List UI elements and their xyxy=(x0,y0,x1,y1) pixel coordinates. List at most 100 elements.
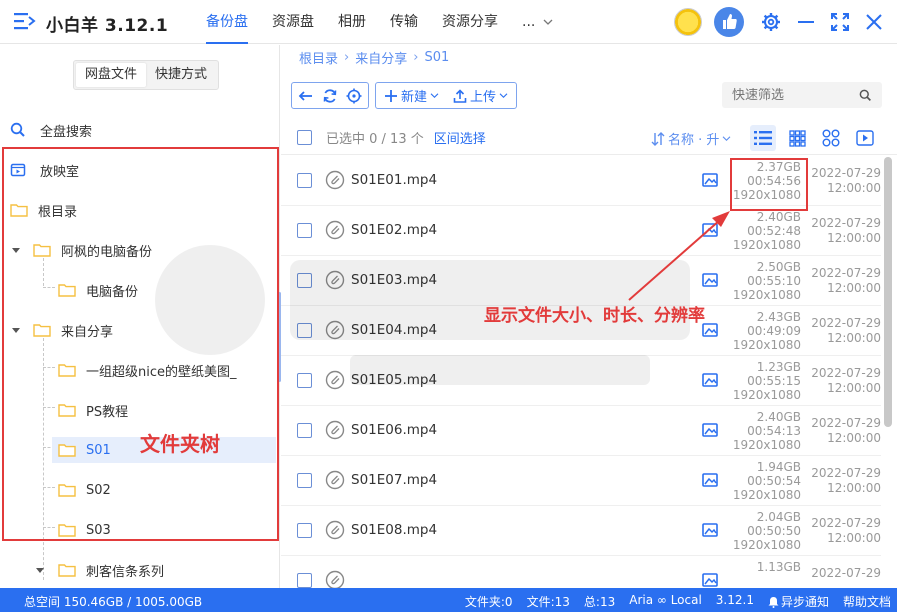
file-size: 1.13GB xyxy=(756,560,801,574)
folder-icon xyxy=(58,364,76,377)
play-view-button[interactable] xyxy=(852,125,878,151)
video-file-icon xyxy=(325,270,345,290)
file-checkbox[interactable] xyxy=(297,473,312,488)
refresh-icon[interactable] xyxy=(322,88,338,104)
tree-item-root[interactable]: 根目录 xyxy=(0,197,278,223)
tab-resource-drive[interactable]: 资源盘 xyxy=(272,0,314,44)
file-checkbox[interactable] xyxy=(297,223,312,238)
preview-image-icon[interactable] xyxy=(701,471,719,489)
tree-item-s01[interactable]: S01 xyxy=(0,437,278,463)
maximize-icon[interactable] xyxy=(829,11,851,33)
tree-item-pc-backup[interactable]: 电脑备份 xyxy=(0,277,278,303)
sidebar-item-screening-room[interactable]: 放映室 xyxy=(10,158,79,182)
tree-item-afeng-pc-backup[interactable]: 阿枫的电脑备份 xyxy=(0,237,278,263)
file-checkbox[interactable] xyxy=(297,173,312,188)
file-date-time: 12:00:00 xyxy=(827,281,881,295)
segment-shortcuts[interactable]: 快捷方式 xyxy=(146,63,216,87)
file-row[interactable]: S01E08.mp4 2.04GB 00:50:50 1920x1080 2022-… xyxy=(281,506,881,556)
file-size: 1.94GB xyxy=(756,460,801,474)
list-view-button[interactable] xyxy=(750,125,776,151)
status-bar: 总空间 150.46GB / 1005.00GB 文件夹:0 文件:13 总:1… xyxy=(0,588,897,612)
back-arrow-icon[interactable] xyxy=(298,88,314,104)
preview-image-icon[interactable] xyxy=(701,371,719,389)
file-checkbox[interactable] xyxy=(297,573,312,588)
thumbnail-view-button[interactable] xyxy=(818,125,844,151)
tree-item-s02[interactable]: S02 xyxy=(0,477,278,503)
folder-icon xyxy=(58,444,76,457)
close-icon[interactable] xyxy=(863,11,885,33)
file-duration: 00:49:09 xyxy=(747,324,801,338)
file-name: S01E07.mp4 xyxy=(351,472,438,488)
caret-down-icon[interactable] xyxy=(11,325,21,335)
tab-resource-share[interactable]: 资源分享 xyxy=(442,0,498,44)
tree-item-ps-tutorial[interactable]: PS教程 xyxy=(0,397,278,423)
nav-more-label: ... xyxy=(522,14,536,30)
tree-item-from-share[interactable]: 来自分享 xyxy=(0,317,278,343)
quick-filter-input[interactable] xyxy=(732,87,852,103)
gear-icon[interactable] xyxy=(760,11,782,33)
nav-more-button[interactable]: ... xyxy=(522,0,553,44)
thumbs-up-icon[interactable] xyxy=(714,7,744,37)
preview-image-icon[interactable] xyxy=(701,171,719,189)
sort-button[interactable]: 名称 · 升 xyxy=(651,129,731,148)
file-row[interactable]: S01E03.mp4 2.50GB 00:55:10 1920x1080 2022-… xyxy=(281,256,881,306)
tree-item-wallpapers[interactable]: 一组超级nice的壁纸美图_ xyxy=(0,357,278,383)
tree-item-s03[interactable]: S03 xyxy=(0,517,278,543)
search-icon[interactable] xyxy=(859,89,872,102)
breadcrumb-item-root[interactable]: 根目录 xyxy=(299,48,338,67)
file-row[interactable]: S01E02.mp4 2.40GB 00:52:48 1920x1080 2022-… xyxy=(281,206,881,256)
user-avatar[interactable] xyxy=(674,8,702,36)
video-file-icon xyxy=(325,320,345,340)
toolbar: 新建 上传 xyxy=(291,82,518,109)
sidebar-item-global-search[interactable]: 全盘搜索 xyxy=(10,118,92,142)
file-row[interactable]: S01E07.mp4 1.94GB 00:50:54 1920x1080 2022-… xyxy=(281,456,881,506)
sidebar-segment-switch: 网盘文件 快捷方式 xyxy=(73,60,220,90)
file-checkbox[interactable] xyxy=(297,273,312,288)
select-all-checkbox[interactable] xyxy=(297,130,312,145)
tree-item-label: S01 xyxy=(86,442,111,458)
file-row[interactable]: S01E05.mp4 1.23GB 00:55:15 1920x1080 2022-… xyxy=(281,356,881,406)
file-row[interactable]: S01E06.mp4 2.40GB 00:54:13 1920x1080 2022-… xyxy=(281,406,881,456)
upload-button[interactable]: 上传 xyxy=(453,86,508,105)
file-row[interactable]: S01E04.mp4 2.43GB 00:49:09 1920x1080 2022-… xyxy=(281,306,881,356)
file-date-time: 12:00:00 xyxy=(827,331,881,345)
bell-icon xyxy=(768,596,779,608)
file-list-scrollbar[interactable] xyxy=(884,157,892,427)
preview-image-icon[interactable] xyxy=(701,571,719,588)
help-docs-link[interactable]: 帮助文档 xyxy=(843,593,891,610)
new-button[interactable]: 新建 xyxy=(384,86,439,105)
breadcrumb-item-from-share[interactable]: 来自分享 xyxy=(355,48,407,67)
preview-image-icon[interactable] xyxy=(701,521,719,539)
minimize-icon[interactable] xyxy=(795,11,817,33)
file-checkbox[interactable] xyxy=(297,523,312,538)
range-select-button[interactable]: 区间选择 xyxy=(434,128,486,147)
file-row[interactable]: 1.13GB 2022-07-29 xyxy=(281,556,881,588)
breadcrumb-item-s01[interactable]: S01 xyxy=(424,50,449,65)
tab-transfer[interactable]: 传输 xyxy=(390,0,418,44)
locate-icon[interactable] xyxy=(346,88,362,104)
download-engine[interactable]: Aria ∞ Local xyxy=(629,593,702,610)
file-row[interactable]: S01E01.mp4 2.37GB 00:54:56 1920x1080 2022-… xyxy=(281,156,881,206)
caret-down-icon[interactable] xyxy=(35,565,45,575)
tab-album[interactable]: 相册 xyxy=(338,0,366,44)
tree-item-label: 刺客信条系列 xyxy=(86,564,165,580)
tree-item-assassins-creed[interactable]: 刺客信条系列 xyxy=(0,557,278,583)
caret-down-icon[interactable] xyxy=(11,245,21,255)
preview-image-icon[interactable] xyxy=(701,321,719,339)
file-date-time: 12:00:00 xyxy=(827,381,881,395)
upload-icon xyxy=(453,88,467,103)
file-checkbox[interactable] xyxy=(297,373,312,388)
grid-view-button[interactable] xyxy=(784,125,810,151)
menu-icon[interactable] xyxy=(14,12,36,30)
preview-image-icon[interactable] xyxy=(701,271,719,289)
async-notice-button[interactable]: 异步通知 xyxy=(768,593,829,610)
tab-backup-drive[interactable]: 备份盘 xyxy=(206,0,248,44)
file-size: 2.37GB xyxy=(756,160,801,174)
file-checkbox[interactable] xyxy=(297,423,312,438)
file-duration: 00:50:50 xyxy=(747,524,801,538)
preview-image-icon[interactable] xyxy=(701,221,719,239)
preview-image-icon[interactable] xyxy=(701,421,719,439)
file-checkbox[interactable] xyxy=(297,323,312,338)
version-label: 3.12.1 xyxy=(715,593,754,607)
segment-drive-files[interactable]: 网盘文件 xyxy=(76,63,147,87)
